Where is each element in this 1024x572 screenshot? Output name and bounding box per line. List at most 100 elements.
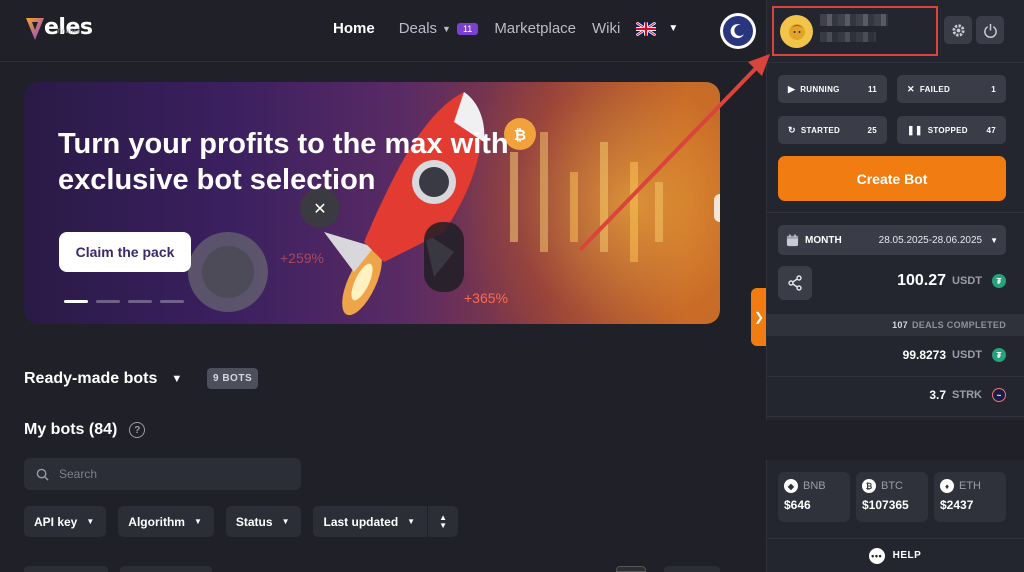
banner-headline: Turn your profits to the max with exclus… <box>58 128 509 196</box>
sidebar-collapse-button[interactable]: ❯ <box>751 288 767 346</box>
strk-icon: ~ <box>992 388 1006 402</box>
usdt-icon: ₮ <box>992 348 1006 362</box>
stat-value: 47 <box>986 125 996 135</box>
price-card-bnb[interactable]: ◆ BNB $646 <box>778 472 850 522</box>
my-bots-title: My bots (84) <box>24 421 118 438</box>
svg-text:✕: ✕ <box>313 199 326 218</box>
calendar-icon <box>786 233 799 246</box>
failed-stat[interactable]: ✕ FAILED 1 <box>897 75 1006 103</box>
gear-icon <box>951 23 965 37</box>
total-profit: 100.27 USDT ₮ <box>897 272 1006 290</box>
chevron-right-icon: ❯ <box>753 310 765 324</box>
divider <box>766 416 1024 417</box>
eth-icon: ♦ <box>940 479 954 493</box>
pause-icon: ❚❚ <box>907 124 923 135</box>
deals-count-badge: 11 <box>456 22 479 35</box>
sort-filter[interactable]: Last updated ▼ ▲ ▼ <box>313 506 459 537</box>
logo-mark-icon <box>26 18 44 40</box>
ready-made-bots-dropdown[interactable]: Ready-made bots ▼ <box>24 370 182 388</box>
filter-label: Status <box>235 514 273 529</box>
caret-down-icon: ▼ <box>442 23 451 34</box>
deals-completed-count: 107 <box>892 320 908 330</box>
promo-banner[interactable]: ✕ ₿ Turn your profits to the max with ex… <box>24 82 720 324</box>
nav-deals-label: Deals <box>398 20 438 37</box>
nav-marketplace[interactable]: Marketplace <box>494 20 576 37</box>
started-stat[interactable]: ↻ STARTED 25 <box>778 116 887 144</box>
claim-pack-button[interactable]: Claim the pack <box>59 232 191 272</box>
profit-row-strk: 3.7 STRK ~ <box>929 388 1006 402</box>
profit-currency: USDT <box>952 349 982 361</box>
status-filter[interactable]: Status ▼ <box>225 506 302 537</box>
share-button[interactable] <box>778 266 812 300</box>
price-card-eth[interactable]: ♦ ETH $2437 <box>934 472 1006 522</box>
total-profit-value: 100.27 <box>897 272 947 289</box>
user-highlight-box <box>772 6 938 56</box>
profit-value: 99.8273 <box>902 348 947 362</box>
price-value: $646 <box>784 498 811 512</box>
banner-percent-b: +365% <box>464 290 508 306</box>
uk-flag-icon[interactable] <box>636 21 657 36</box>
my-bots-header: My bots (84) ? <box>24 421 146 439</box>
algorithm-filter[interactable]: Algorithm ▼ <box>118 506 214 537</box>
logout-button[interactable] <box>976 16 1004 44</box>
price-symbol: ETH <box>959 480 981 492</box>
caret-down-icon: ▼ <box>193 517 202 526</box>
refresh-icon: ↻ <box>788 124 796 135</box>
carousel-dots <box>64 300 184 303</box>
period-label: MONTH <box>805 234 842 246</box>
view-toggle[interactable] <box>664 566 720 572</box>
running-stat[interactable]: ▶ RUNNING 11 <box>778 75 887 103</box>
btc-icon: ₿ <box>862 479 876 493</box>
language-dropdown-icon[interactable]: ▼ <box>668 23 678 34</box>
ready-made-bots-title: Ready-made bots <box>24 370 158 387</box>
moon-icon <box>723 16 753 46</box>
help-label: HELP <box>892 550 922 561</box>
carousel-dot[interactable] <box>64 300 88 303</box>
logo-text: eles <box>44 15 93 40</box>
bnb-icon: ◆ <box>784 479 798 493</box>
view-toggle[interactable] <box>616 566 646 572</box>
bot-card-tab[interactable] <box>24 566 108 572</box>
carousel-next-handle[interactable] <box>714 194 720 222</box>
main-nav: Home Deals ▼ 11 Marketplace Wiki ▼ <box>333 20 678 37</box>
price-value: $107365 <box>862 498 909 512</box>
theme-toggle-button[interactable] <box>720 13 756 49</box>
carousel-dot[interactable] <box>128 300 152 303</box>
divider <box>766 376 1024 377</box>
share-icon <box>788 275 802 291</box>
rocket-illustration: ✕ ₿ <box>188 92 536 316</box>
filter-label: Last updated <box>323 514 399 529</box>
nav-home[interactable]: Home <box>333 20 375 37</box>
nav-wiki[interactable]: Wiki <box>592 20 620 37</box>
create-bot-button[interactable]: Create Bot <box>778 156 1006 201</box>
x-icon: ✕ <box>907 83 915 94</box>
settings-button[interactable] <box>944 16 972 44</box>
api-key-filter[interactable]: API key ▼ <box>24 506 107 537</box>
deals-completed-label: DEALS COMPLETED <box>911 320 1006 330</box>
nav-deals[interactable]: Deals ▼ 11 <box>399 20 479 37</box>
bots-count-badge: 9 BOTS <box>207 368 259 389</box>
play-icon: ▶ <box>788 83 796 94</box>
search-box[interactable] <box>24 458 301 490</box>
carousel-dot[interactable] <box>96 300 120 303</box>
chat-icon: ••• <box>868 547 885 564</box>
help-button[interactable]: ••• HELP <box>766 538 1024 572</box>
banner-percent-a: +259% <box>280 250 324 266</box>
filter-label: Algorithm <box>128 514 185 529</box>
help-icon[interactable]: ? <box>129 422 146 438</box>
caret-down-icon: ▼ <box>281 517 290 526</box>
stat-value: 11 <box>867 84 877 94</box>
period-selector[interactable]: MONTH 28.05.2025-28.06.2025 ▼ <box>778 225 1006 255</box>
stat-label: STOPPED <box>927 125 968 135</box>
stat-value: 25 <box>867 125 877 135</box>
caret-down-icon: ▼ <box>171 373 183 385</box>
bot-card-tab[interactable] <box>120 566 212 572</box>
price-symbol: BTC <box>881 480 903 492</box>
price-card-btc[interactable]: ₿ BTC $107365 <box>856 472 928 522</box>
stopped-stat[interactable]: ❚❚ STOPPED 47 <box>897 116 1006 144</box>
power-icon <box>983 23 997 38</box>
caret-down-icon: ▼ <box>86 517 95 526</box>
carousel-dot[interactable] <box>160 300 184 303</box>
search-input[interactable] <box>59 467 279 481</box>
sort-order-icon[interactable]: ▲ ▼ <box>428 513 458 530</box>
